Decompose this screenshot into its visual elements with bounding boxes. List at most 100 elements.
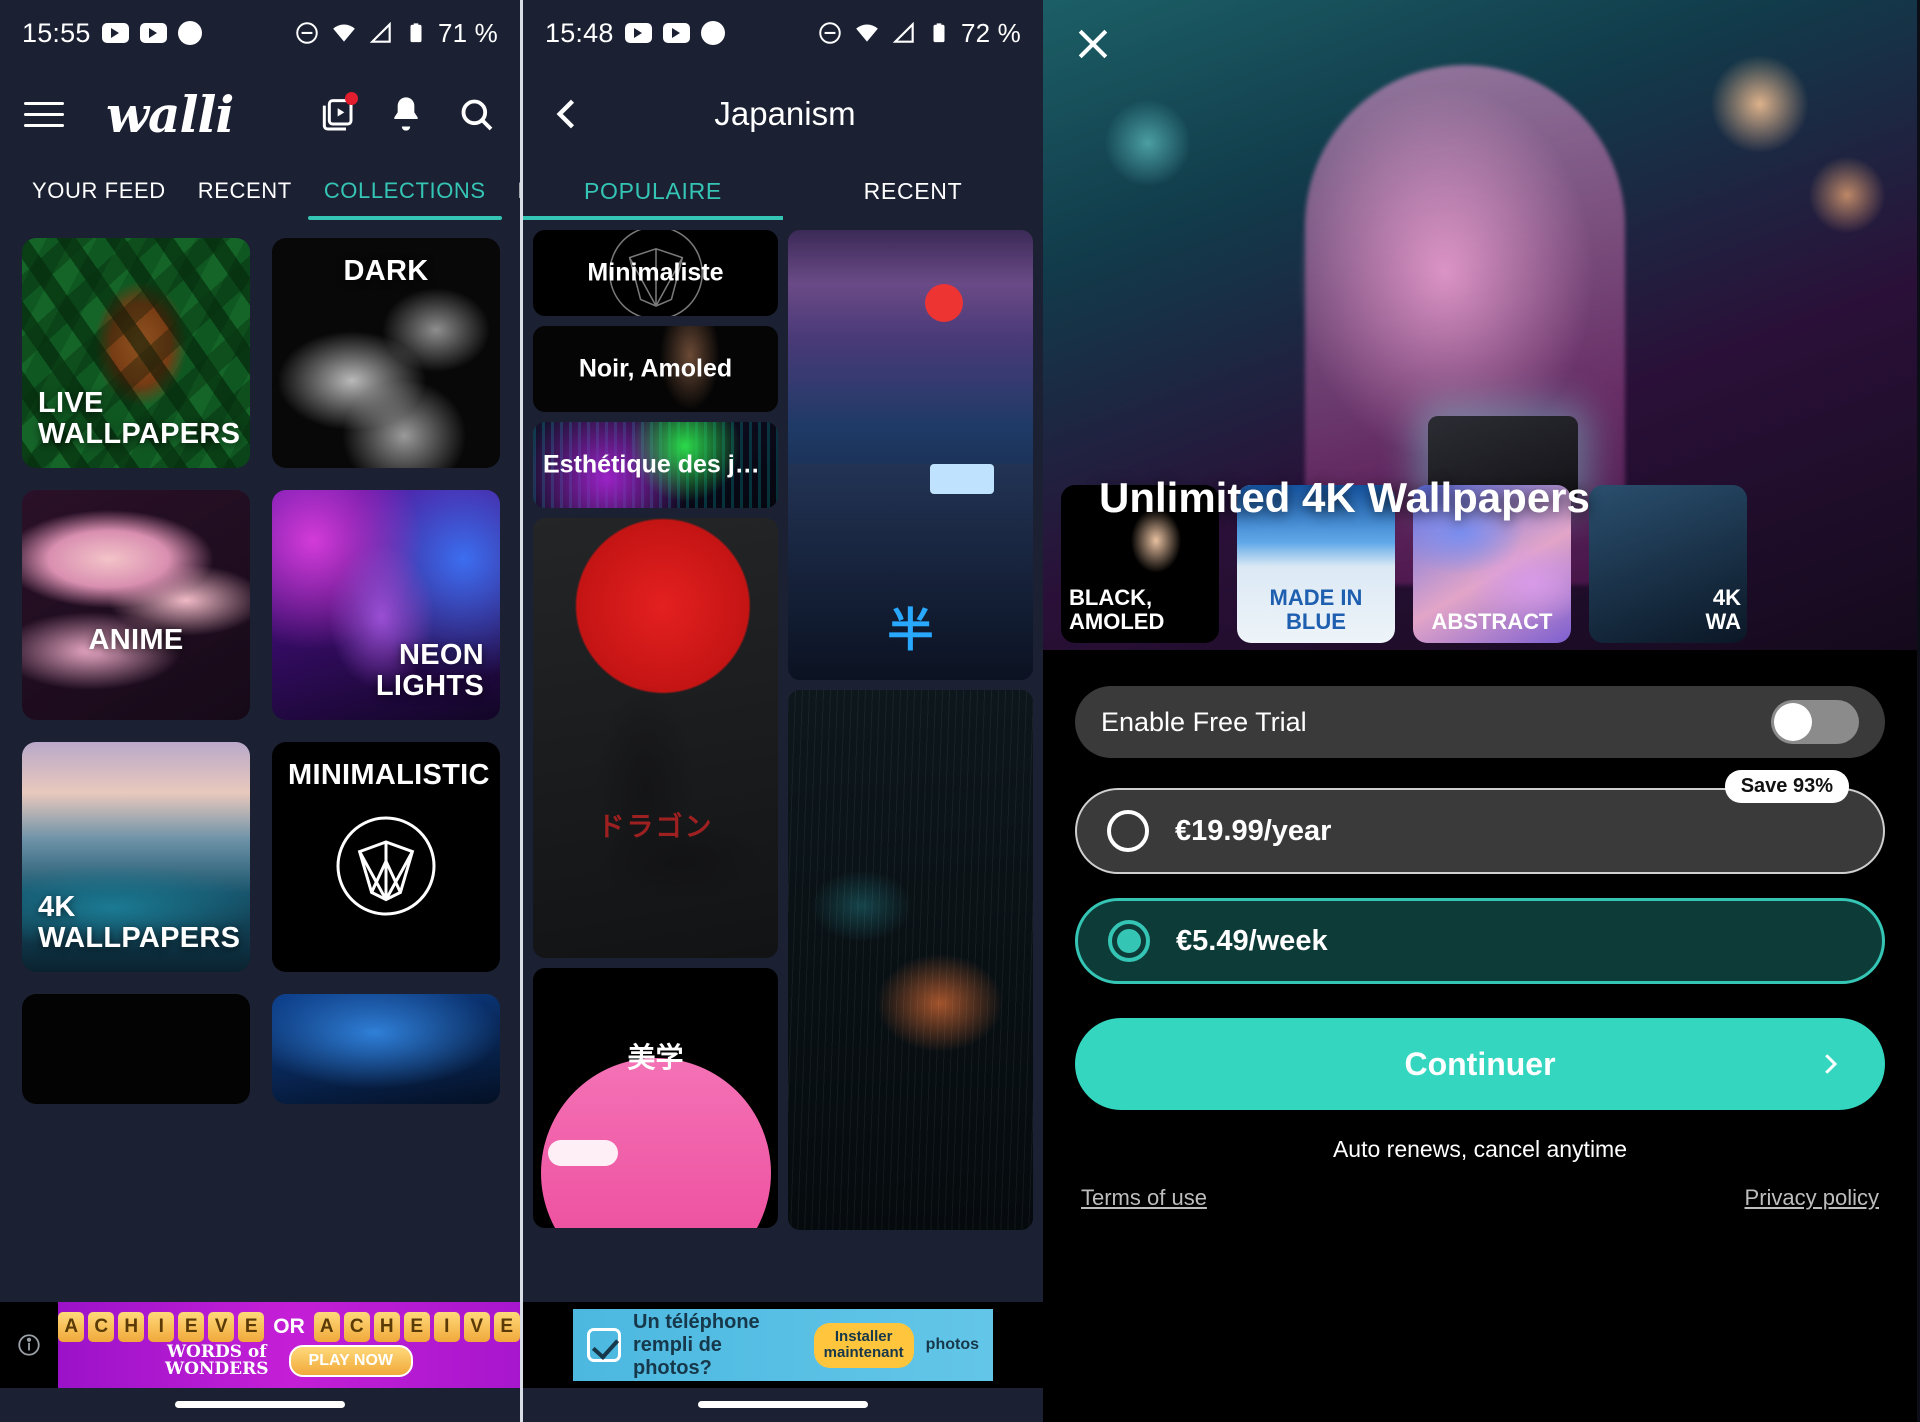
card-caption-line2: LIGHTS: [375, 669, 484, 702]
card-caption-line2: WALLPAPERS: [38, 921, 241, 954]
card-caption-line2: WALLPAPERS: [38, 417, 241, 450]
tab-populaire[interactable]: POPULAIRE: [523, 162, 783, 220]
plan-option-weekly[interactable]: €5.49/week: [1075, 898, 1885, 984]
wifi-icon: [856, 24, 878, 42]
left-app-bar: walli: [0, 66, 520, 162]
enable-free-trial-row[interactable]: Enable Free Trial: [1075, 686, 1885, 758]
status-time: 15:55: [22, 17, 91, 48]
youtube-icon: [624, 23, 652, 43]
mid-status-bar: 15:48 72 %: [523, 0, 1043, 66]
mid-app-bar: Japanism: [523, 66, 1043, 162]
ad-letter: H: [373, 1312, 400, 1342]
card-artwork: [22, 994, 250, 1104]
terms-of-use-link[interactable]: Terms of use: [1081, 1185, 1207, 1211]
tab-collections[interactable]: COLLECTIONS: [307, 162, 502, 220]
free-trial-toggle[interactable]: [1771, 700, 1859, 744]
card-caption: LIVE WALLPAPERS: [22, 386, 250, 468]
collection-card-neon-lights[interactable]: NEON LIGHTS: [272, 490, 500, 720]
chevron-left-icon[interactable]: [545, 92, 589, 136]
ad-letter: C: [88, 1312, 115, 1342]
paywall-hero-image: Unlimited 4K Wallpapers BLACK, AMOLED MA…: [1043, 0, 1917, 650]
collection-card-4k-wallpapers[interactable]: 4K WALLPAPERS: [22, 742, 250, 972]
chevron-right-icon: [1815, 1049, 1845, 1079]
collection-card-dark[interactable]: DARK: [272, 238, 500, 468]
wallpaper-tile-japan-street[interactable]: 半: [788, 230, 1033, 680]
collection-card-live-wallpapers[interactable]: LIVE WALLPAPERS: [22, 238, 250, 468]
ad-banner-amazon-photos[interactable]: Un téléphone rempli de photos? Installer…: [573, 1309, 993, 1381]
mid-ad-container: Un téléphone rempli de photos? Installer…: [523, 1302, 1043, 1388]
ad-logo-line2: WONDERS: [164, 1359, 269, 1379]
card-caption: DARK: [343, 255, 429, 287]
card-caption-line1: 4K: [38, 890, 76, 923]
thumb-label: BLACK, AMOLED: [1061, 586, 1219, 633]
ad-letter: E: [238, 1312, 265, 1342]
thumb-label-line1: MADE IN: [1269, 585, 1363, 611]
collection-card-anime[interactable]: ANIME: [22, 490, 250, 720]
tile-label: 美学: [627, 1040, 684, 1074]
battery-icon: [410, 23, 422, 43]
save-badge: Save 93%: [1724, 770, 1849, 803]
thumb-label-line2: AMOLED: [1069, 608, 1165, 634]
privacy-policy-link[interactable]: Privacy policy: [1745, 1185, 1879, 1211]
wallpaper-tile-minimaliste[interactable]: Minimaliste: [533, 230, 778, 316]
tile-label: Esthétique des jeux vi...: [543, 450, 778, 479]
tab-your-feed[interactable]: YOUR FEED: [16, 162, 182, 220]
toggle-knob: [1774, 703, 1812, 741]
card-artwork: [22, 490, 250, 720]
tab-populaire[interactable]: POPULAIRE: [502, 162, 520, 220]
app-logo: walli: [106, 84, 234, 144]
paywall-title: Unlimited 4K Wallpapers: [1099, 474, 1590, 521]
battery-icon: [933, 23, 945, 43]
wallpaper-tile-bigaku[interactable]: 美学: [533, 968, 778, 1228]
screenshot-stage: 15:55 71 % walli YOUR FEED RECENT COLLEC…: [0, 0, 1920, 1422]
ad-brand-label: photos: [925, 1336, 979, 1353]
app-bar-actions: [316, 92, 496, 134]
thumb-label-line1: ABSTRACT: [1431, 608, 1553, 634]
library-icon[interactable]: [316, 92, 358, 134]
wallpaper-tile-rainy-street[interactable]: [788, 690, 1033, 1230]
wallpaper-tile-dragon[interactable]: ドラゴン: [533, 518, 778, 958]
collection-card-blue[interactable]: [272, 994, 500, 1104]
card-caption: ANIME: [88, 623, 184, 656]
home-indicator: [175, 1401, 345, 1408]
tile-cloud-shape: [547, 1139, 618, 1166]
ad-letter: V: [208, 1312, 235, 1342]
radio-weekly[interactable]: [1108, 920, 1150, 962]
search-icon[interactable]: [456, 94, 496, 134]
thumb-label-line1: 4K: [1712, 585, 1741, 611]
info-icon[interactable]: [0, 1332, 58, 1358]
mid-tab-bar: POPULAIRE RECENT: [523, 162, 1043, 220]
wallpaper-tile-esthetique-jeux-video[interactable]: Esthétique des jeux vi...: [533, 422, 778, 508]
card-caption-line1: LIVE: [38, 386, 104, 419]
youtube-icon: [139, 23, 167, 43]
tile-label: Noir, Amoled: [578, 354, 733, 383]
ad-letter: C: [343, 1312, 370, 1342]
radio-yearly[interactable]: [1107, 810, 1149, 852]
bell-icon[interactable]: [386, 94, 426, 134]
status-left-group: 15:55: [22, 18, 202, 49]
ad-letter: H: [118, 1312, 145, 1342]
ad-banner-words-of-wonders[interactable]: A C H I E V E OR A C H E I V E WORDS of …: [58, 1302, 520, 1388]
left-ad-container: A C H I E V E OR A C H E I V E WORDS of …: [0, 1302, 520, 1388]
mid-phone-panel: 15:48 72 % Japanism POPULAIRE RECENT Min…: [523, 0, 1043, 1422]
continue-button[interactable]: Continuer: [1075, 1018, 1885, 1110]
ad-or-word: OR: [273, 1315, 305, 1338]
ad-install-button[interactable]: Installer maintenant: [813, 1322, 914, 1368]
wallpaper-tile-noir-amoled[interactable]: Noir, Amoled: [533, 326, 778, 412]
hamburger-icon[interactable]: [24, 101, 64, 127]
card-caption: NEON LIGHTS: [272, 638, 500, 720]
close-icon[interactable]: [1071, 22, 1115, 66]
card-caption-line1: NEON: [399, 638, 484, 671]
collection-card-amoled[interactable]: [22, 994, 250, 1104]
paywall-panel: Unlimited 4K Wallpapers BLACK, AMOLED MA…: [1043, 0, 1917, 1422]
ad-headline: A C H I E V E OR A C H E I V E: [58, 1312, 520, 1342]
collection-card-minimalistic[interactable]: MINIMALISTIC: [272, 742, 500, 972]
tab-recent[interactable]: RECENT: [783, 162, 1043, 220]
youtube-icon: [662, 23, 690, 43]
left-status-bar: 15:55 71 %: [0, 0, 520, 66]
tab-recent[interactable]: RECENT: [182, 162, 308, 220]
ad-play-now-button[interactable]: PLAY NOW: [288, 1345, 413, 1377]
thumb-label-line2: BLUE: [1286, 608, 1346, 634]
tile-red-sun-shape: [925, 284, 964, 322]
paywall-body: Enable Free Trial Save 93% €19.99/year €…: [1043, 650, 1917, 1211]
